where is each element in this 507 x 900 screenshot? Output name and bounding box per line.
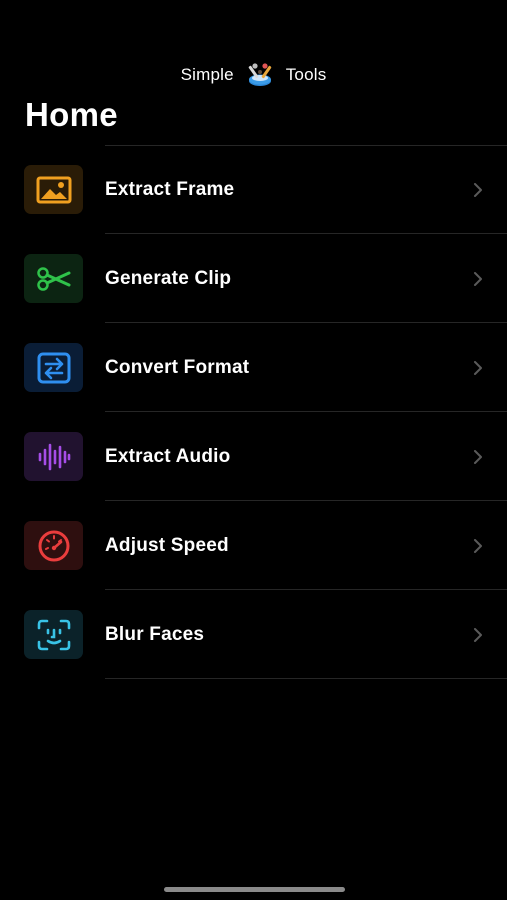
- chevron-right-icon: [474, 271, 482, 286]
- image-icon-tile: [24, 165, 83, 214]
- menu-item-label: Extract Frame: [105, 178, 235, 200]
- chevron-right-icon: [474, 182, 482, 197]
- face-id-icon: [37, 619, 70, 650]
- menu-item-label: Generate Clip: [105, 267, 232, 289]
- waveform-icon: [38, 443, 70, 470]
- menu-item-convert-format[interactable]: Convert Format: [0, 323, 507, 412]
- speedometer-icon-tile: [24, 521, 83, 570]
- menu-item-label: Convert Format: [105, 356, 250, 378]
- menu-item-extract-audio[interactable]: Extract Audio: [0, 412, 507, 501]
- chevron-right-icon: [474, 360, 482, 375]
- scissors-icon-tile: [24, 254, 83, 303]
- convert-arrows-icon-tile: [24, 343, 83, 392]
- toolbox-logo-icon: [246, 61, 274, 89]
- menu-item-label: Extract Audio: [105, 445, 231, 467]
- chevron-right-icon: [474, 449, 482, 464]
- face-id-icon-tile: [24, 610, 83, 659]
- image-icon: [36, 176, 71, 203]
- menu-item-blur-faces[interactable]: Blur Faces: [0, 590, 507, 679]
- speedometer-icon: [38, 530, 69, 561]
- menu-item-label: Blur Faces: [105, 623, 205, 645]
- page-title: Home: [25, 96, 118, 133]
- menu-item-extract-frame[interactable]: Extract Frame: [0, 145, 507, 234]
- app-name-right: Tools: [285, 65, 327, 84]
- tools-menu-list: Extract Frame Generate Clip Convert Form…: [0, 145, 507, 679]
- chevron-right-icon: [474, 627, 482, 642]
- menu-item-label: Adjust Speed: [105, 534, 229, 556]
- app-name-left: Simple: [180, 65, 234, 84]
- home-indicator[interactable]: [164, 887, 345, 892]
- scissors-icon: [36, 266, 70, 291]
- convert-arrows-icon: [37, 352, 70, 383]
- menu-item-adjust-speed[interactable]: Adjust Speed: [0, 501, 507, 590]
- app-header: Simple Tools: [0, 60, 507, 90]
- menu-item-generate-clip[interactable]: Generate Clip: [0, 234, 507, 323]
- waveform-icon-tile: [24, 432, 83, 481]
- chevron-right-icon: [474, 538, 482, 553]
